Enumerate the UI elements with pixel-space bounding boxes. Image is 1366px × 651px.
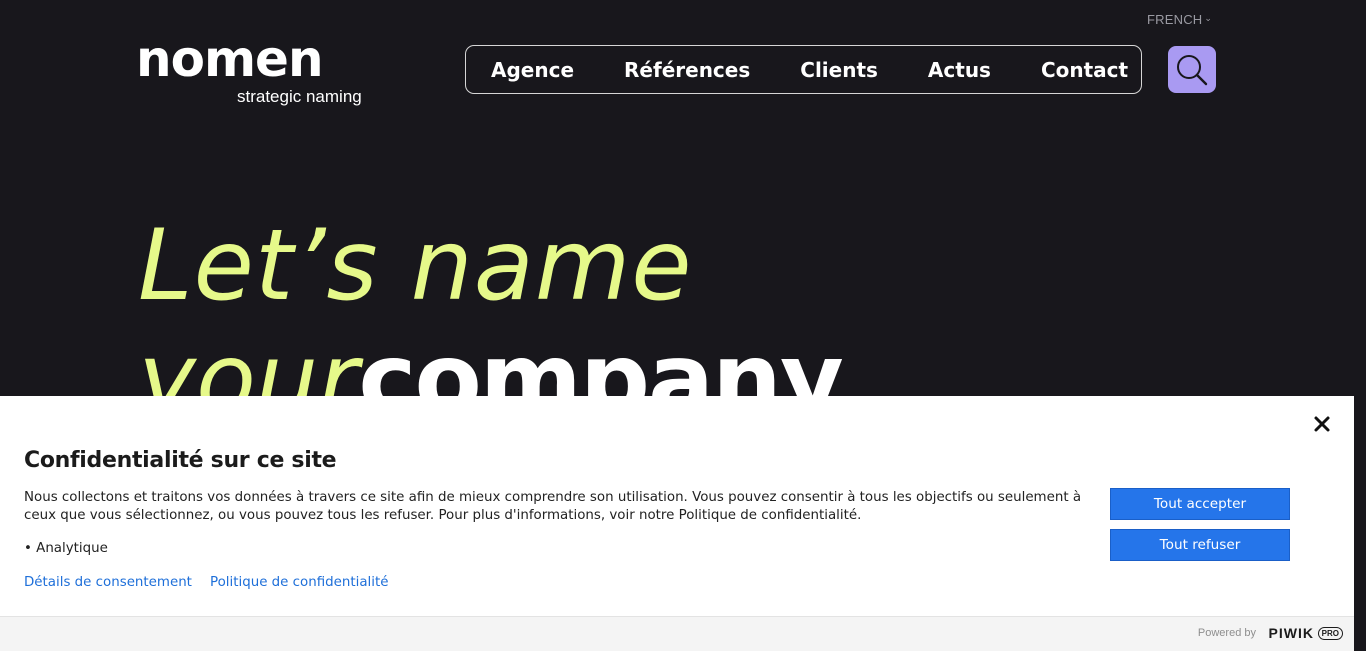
- search-button[interactable]: [1168, 46, 1216, 93]
- search-icon: [1177, 54, 1208, 85]
- logo[interactable]: nomen strategic naming: [136, 30, 376, 110]
- consent-banner: Confidentialité sur ce site Nous collect…: [0, 396, 1354, 651]
- nav-item-agence[interactable]: Agence: [466, 55, 599, 85]
- consent-title: Confidentialité sur ce site: [24, 448, 337, 473]
- refuse-all-button[interactable]: Tout refuser: [1110, 529, 1290, 561]
- main-nav: Agence Références Clients Actus Contact: [465, 45, 1142, 94]
- language-selector[interactable]: FRENCH ⌄: [1147, 12, 1212, 27]
- logo-tagline: strategic naming: [237, 87, 362, 106]
- hero-headline-line1: Let’s name: [138, 209, 693, 323]
- chevron-down-icon: ⌄: [1204, 13, 1213, 23]
- consent-purpose-item: • Analytique: [24, 541, 108, 556]
- consent-details-link[interactable]: Détails de consentement: [24, 575, 192, 590]
- consent-footer: Powered by PIWIK PRO: [0, 616, 1354, 651]
- nav-item-contact[interactable]: Contact: [1016, 55, 1153, 85]
- consent-purpose-label: Analytique: [36, 541, 108, 556]
- close-icon[interactable]: [1312, 414, 1332, 434]
- logo-wordmark: nomen: [136, 30, 324, 88]
- nav-item-actus[interactable]: Actus: [903, 55, 1016, 85]
- consent-description: Nous collectons et traitons vos données …: [24, 490, 1082, 523]
- piwik-logo[interactable]: PIWIK: [1269, 625, 1314, 641]
- hero-word-bold: company: [358, 323, 842, 396]
- page-edge: [1354, 396, 1366, 651]
- powered-by-label: Powered by: [1197, 627, 1256, 639]
- privacy-policy-link[interactable]: Politique de confidentialité: [210, 575, 389, 590]
- language-label: FRENCH: [1147, 12, 1203, 27]
- hero-headline-line2: yourcompany: [138, 320, 842, 396]
- nav-item-clients[interactable]: Clients: [775, 55, 903, 85]
- piwik-pro-badge: PRO: [1317, 627, 1343, 640]
- nav-item-references[interactable]: Références: [599, 55, 775, 85]
- accept-all-button[interactable]: Tout accepter: [1110, 488, 1290, 520]
- hero-word-light: your: [138, 323, 359, 396]
